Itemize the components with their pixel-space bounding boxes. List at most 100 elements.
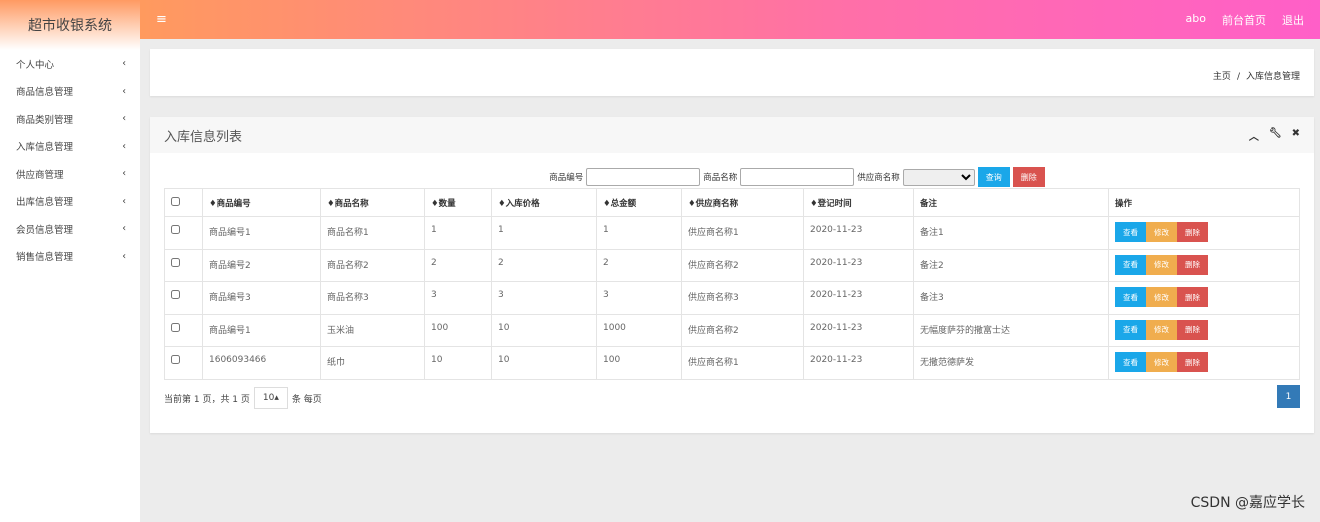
top-header: ≡ abo 前台首页 退出 xyxy=(140,0,1320,39)
collapse-icon[interactable]: ︿ xyxy=(1249,128,1259,143)
sidebar-item-label: 商品类别管理 xyxy=(16,114,74,126)
table-cell: 2 xyxy=(424,248,492,282)
sidebar-item-label: 个人中心 xyxy=(16,59,55,71)
sidebar-item-label: 入库信息管理 xyxy=(16,142,74,154)
sidebar-item-label: 会员信息管理 xyxy=(16,224,74,236)
sidebar-item[interactable]: 供应商管理 ‹ xyxy=(0,160,140,188)
select-all-checkbox[interactable] xyxy=(171,196,180,206)
column-header[interactable]: ♦数量 xyxy=(424,188,492,217)
table-row: 商品编号2 商品名称2 2 2 2 供应商名称2 2020-11-23 备注2 查看 修改 删除 xyxy=(164,248,1300,282)
table-row: 商品编号1 玉米油 100 10 1000 供应商名称2 2020-11-23 无幅度萨芬的撒… xyxy=(164,313,1300,347)
wrench-icon[interactable]: 🔧︎ xyxy=(1269,128,1282,143)
table-cell: 2020-11-23 xyxy=(803,346,914,380)
table-cell: 100 xyxy=(424,313,492,347)
table-cell: 1606093466 xyxy=(202,346,321,380)
breadcrumb-home[interactable]: 主页 xyxy=(1213,69,1231,82)
query-button[interactable]: 查询 xyxy=(977,167,1010,187)
view-button[interactable]: 查看 xyxy=(1115,319,1146,340)
sidebar-item-label: 商品信息管理 xyxy=(16,87,74,99)
view-button[interactable]: 查看 xyxy=(1115,254,1146,275)
supplier-label: 供应商名称 xyxy=(857,173,900,183)
table-cell: 供应商名称1 xyxy=(681,346,804,380)
table-cell: 供应商名称3 xyxy=(681,281,804,315)
table-cell: 10 xyxy=(491,313,597,347)
edit-button[interactable]: 修改 xyxy=(1146,352,1177,372)
row-checkbox[interactable] xyxy=(171,355,180,364)
row-checkbox[interactable] xyxy=(171,290,180,299)
table-cell: 2 xyxy=(491,248,597,282)
view-button[interactable]: 查看 xyxy=(1115,222,1146,242)
row-checkbox[interactable] xyxy=(171,322,180,332)
delete-button[interactable]: 删除 xyxy=(1177,319,1208,340)
column-header[interactable]: ♦总金额 xyxy=(596,188,682,217)
table-cell: 无幅度萨芬的撒富士达 xyxy=(913,313,1109,347)
edit-button[interactable]: 修改 xyxy=(1146,287,1177,307)
sidebar: 超市收银系统 个人中心 ‹ 商品信息管理 ‹ 商品类别管理 ‹ 入库信息管理 ‹ 供应商管理 ‹ 出… xyxy=(0,0,140,522)
sidebar-item-label: 供应商管理 xyxy=(16,169,64,181)
logout-link[interactable]: 退出 xyxy=(1282,12,1304,28)
column-header[interactable]: ♦商品名称 xyxy=(320,188,425,217)
edit-button[interactable]: 修改 xyxy=(1146,254,1177,275)
table-cell: 1 xyxy=(596,216,682,250)
sidebar-item[interactable]: 商品信息管理 ‹ xyxy=(0,78,140,106)
table-cell: 供应商名称2 xyxy=(681,248,804,282)
menu-toggle-icon[interactable]: ≡ xyxy=(156,12,167,27)
column-header[interactable]: ♦供应商名称 xyxy=(681,188,804,217)
column-header[interactable]: ♦入库价格 xyxy=(491,188,597,217)
supplier-select[interactable] xyxy=(902,168,975,186)
table-cell: 2020-11-23 xyxy=(803,248,914,282)
code-input[interactable] xyxy=(586,168,701,186)
edit-button[interactable]: 修改 xyxy=(1146,319,1177,340)
table-cell: 供应商名称2 xyxy=(681,313,804,347)
chevron-left-icon: ‹ xyxy=(122,250,126,262)
table-row: 商品编号1 商品名称1 1 1 1 供应商名称1 2020-11-23 备注1 查看 修改 删除 xyxy=(164,216,1300,250)
table-cell: 商品编号3 xyxy=(202,281,321,315)
sidebar-item[interactable]: 会员信息管理 ‹ xyxy=(0,215,140,243)
close-icon[interactable]: ✖ xyxy=(1292,128,1300,143)
table-cell: 商品编号2 xyxy=(202,248,321,282)
search-bar: 商品编号 商品名称 供应商名称 查询 删除 xyxy=(150,167,1314,187)
home-link[interactable]: 前台首页 xyxy=(1222,12,1266,28)
table-cell: 备注1 xyxy=(913,216,1109,250)
name-input[interactable] xyxy=(740,168,855,186)
select-all[interactable] xyxy=(164,188,203,217)
name-label: 商品名称 xyxy=(703,173,738,183)
chevron-left-icon: ‹ xyxy=(122,85,126,97)
table-cell: 2020-11-23 xyxy=(803,281,914,315)
user-name[interactable]: abo xyxy=(1186,12,1206,28)
table-cell: 2020-11-23 xyxy=(803,216,914,250)
column-header: 操作 xyxy=(1108,188,1300,217)
column-header: 备注 xyxy=(913,188,1109,217)
table-cell: 商品名称1 xyxy=(320,216,425,250)
sidebar-item[interactable]: 销售信息管理 ‹ xyxy=(0,243,140,271)
delete-button[interactable]: 删除 xyxy=(1177,352,1208,372)
table-row: 商品编号3 商品名称3 3 3 3 供应商名称3 2020-11-23 备注3 查看 修改 删除 xyxy=(164,281,1300,315)
table-cell: 3 xyxy=(596,281,682,315)
batch-delete-button[interactable]: 删除 xyxy=(1012,167,1045,187)
sidebar-item[interactable]: 商品类别管理 ‹ xyxy=(0,105,140,133)
sidebar-item[interactable]: 个人中心 ‹ xyxy=(0,50,140,78)
page-1-button[interactable]: 1 xyxy=(1277,385,1300,408)
column-header[interactable]: ♦登记时间 xyxy=(803,188,914,217)
view-button[interactable]: 查看 xyxy=(1115,287,1146,307)
column-header[interactable]: ♦商品编号 xyxy=(202,188,321,217)
sidebar-item[interactable]: 入库信息管理 ‹ xyxy=(0,133,140,161)
table-cell: 备注2 xyxy=(913,248,1109,282)
sidebar-item-label: 销售信息管理 xyxy=(16,252,74,264)
table-cell: 1 xyxy=(424,216,492,250)
table-cell: 纸巾 xyxy=(320,346,425,380)
sidebar-item[interactable]: 出库信息管理 ‹ xyxy=(0,188,140,216)
chevron-left-icon: ‹ xyxy=(122,195,126,207)
chevron-left-icon: ‹ xyxy=(122,140,126,152)
pager: 当前第 1 页，共 1 页 10▴ 条 每页 xyxy=(164,387,322,409)
row-checkbox[interactable] xyxy=(171,225,180,234)
page-size-select[interactable]: 10▴ xyxy=(253,387,288,409)
delete-button[interactable]: 删除 xyxy=(1177,287,1208,307)
edit-button[interactable]: 修改 xyxy=(1146,222,1177,242)
view-button[interactable]: 查看 xyxy=(1115,352,1146,372)
delete-button[interactable]: 删除 xyxy=(1177,254,1208,275)
delete-button[interactable]: 删除 xyxy=(1177,222,1208,242)
table-cell: 10 xyxy=(491,346,597,380)
chevron-left-icon: ‹ xyxy=(122,168,126,180)
row-checkbox[interactable] xyxy=(171,257,180,267)
